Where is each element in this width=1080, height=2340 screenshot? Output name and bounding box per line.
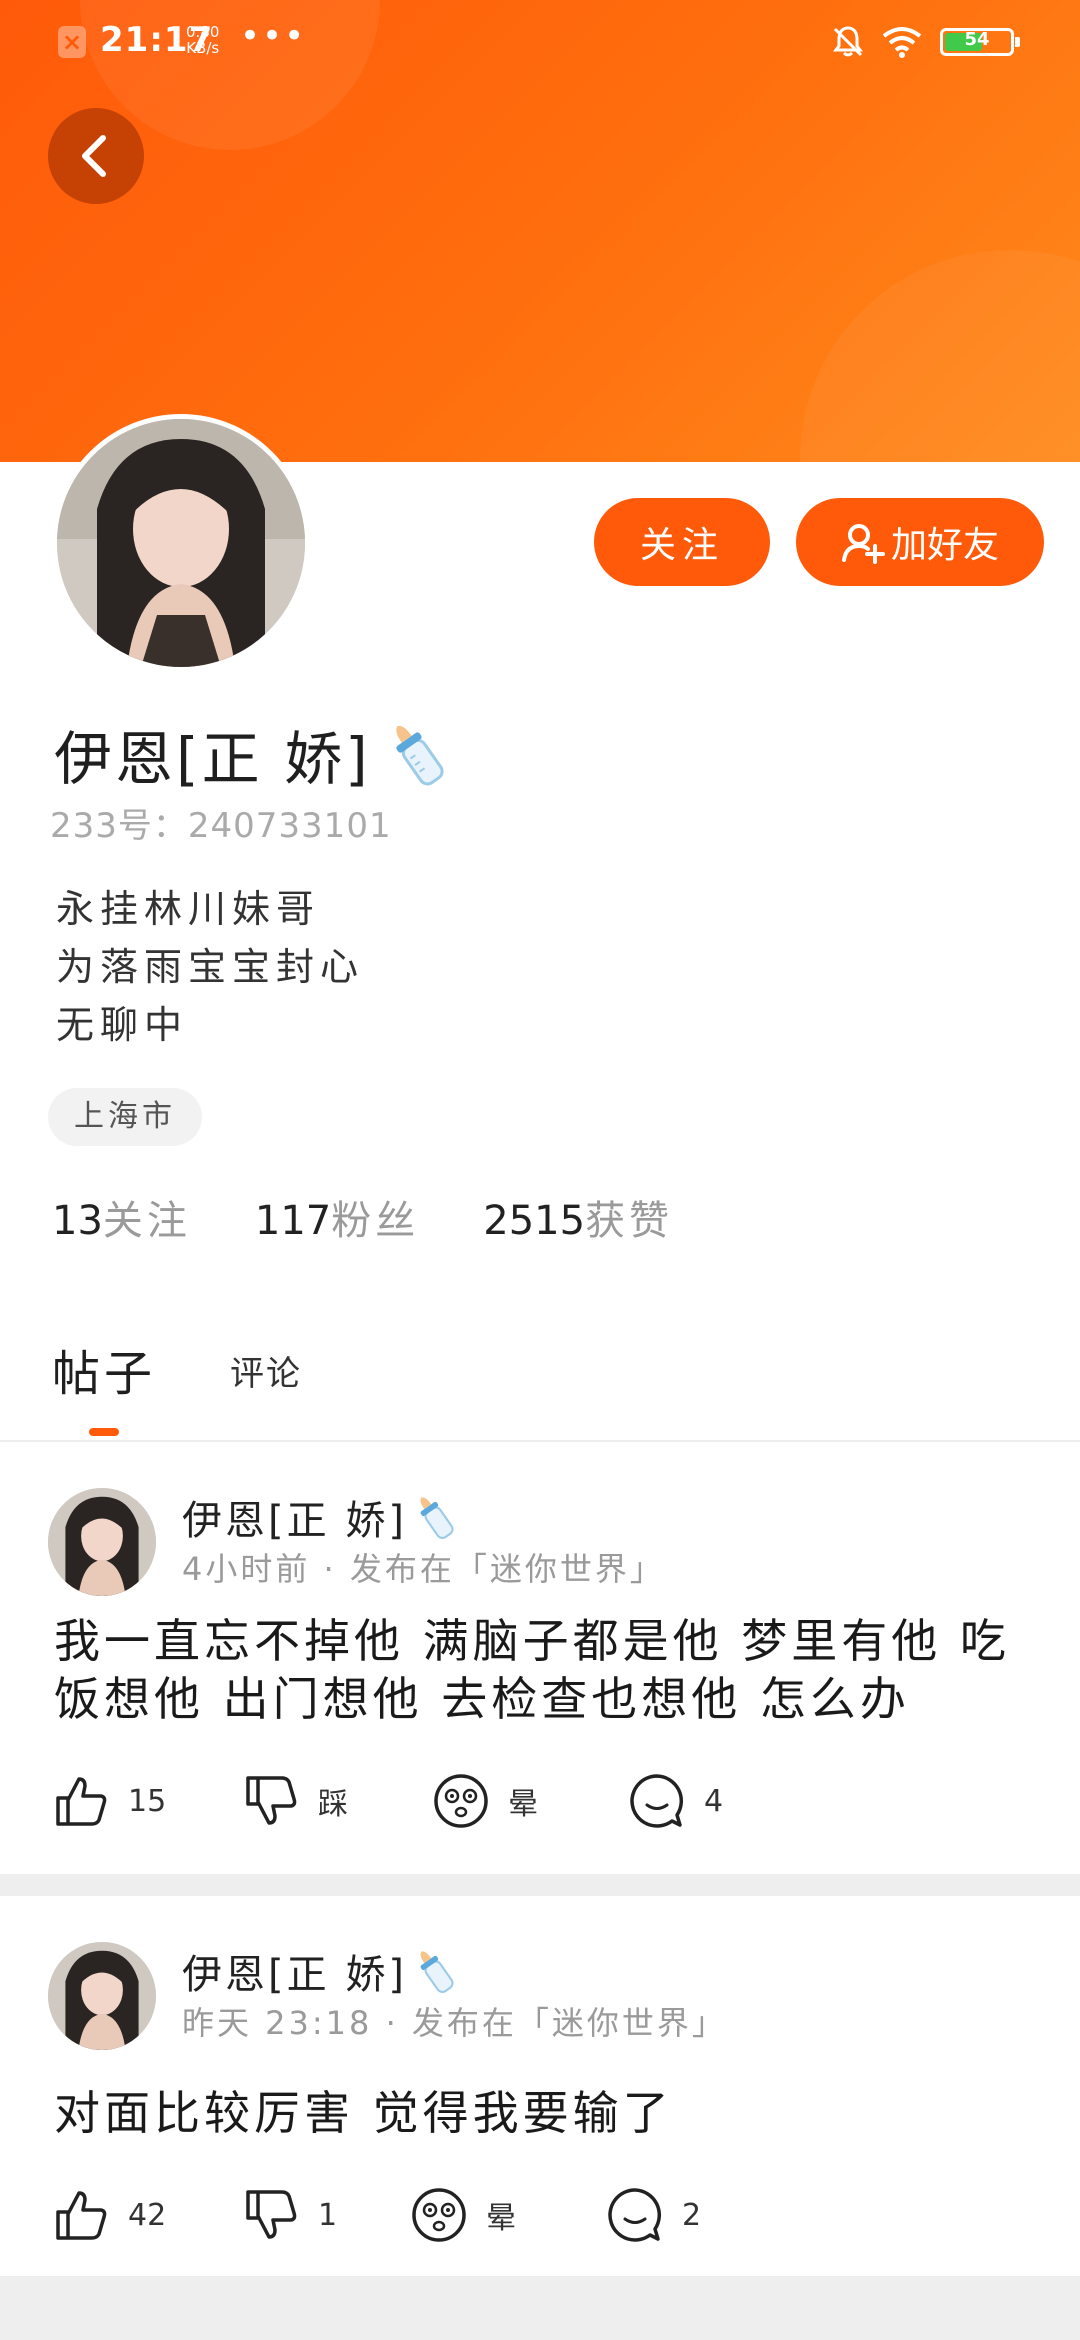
thumbs-down-icon [246, 1776, 297, 1825]
comment-count: 4 [704, 1783, 724, 1819]
comment-button[interactable]: 4 [628, 1772, 723, 1830]
notification-x-icon: × [58, 26, 86, 58]
avatar-image [48, 1488, 156, 1596]
tab-posts[interactable]: 帖子 [52, 1334, 156, 1404]
dizzy-button[interactable]: 晕 [432, 1772, 628, 1830]
dizzy-face-icon [412, 2188, 466, 2242]
post-author[interactable]: 伊恩[正 娇] [182, 1942, 463, 2000]
wifi-icon [882, 27, 922, 58]
like-count: 15 [128, 1783, 167, 1819]
post-author-name: 伊恩[正 娇] [182, 1498, 407, 1544]
chevron-left-icon [82, 135, 106, 177]
thumbs-up-icon [56, 2191, 107, 2240]
active-tab-indicator [89, 1428, 119, 1436]
bio-line: 为落雨宝宝封心 [56, 945, 365, 989]
profile-stats: 13关注 117粉丝 2515获赞 [52, 1188, 673, 1246]
profile-name: 伊恩[正 娇] [54, 712, 457, 796]
location-tag[interactable]: 上海市 [48, 1088, 202, 1146]
stat-followers[interactable]: 117粉丝 [255, 1188, 419, 1246]
post-card[interactable]: 伊恩[正 娇] 昨天 23:18 · 发布在「迷你世界」 对面比较厉害 觉得我要… [0, 1896, 1080, 2276]
like-button[interactable]: 15 [52, 1772, 242, 1830]
dizzy-button[interactable]: 晕 [410, 2186, 606, 2244]
post-separator [0, 2276, 1080, 2340]
avatar-image [48, 1942, 156, 2050]
status-bar: × 21:17 0.80 KB/s ••• 54 [0, 0, 1080, 84]
follow-button[interactable]: 关注 [594, 498, 770, 586]
profile-avatar[interactable] [52, 414, 310, 672]
bell-muted-icon [833, 26, 863, 57]
add-user-icon [841, 524, 885, 564]
stat-likes: 2515获赞 [483, 1188, 673, 1246]
like-count: 42 [128, 2197, 167, 2233]
profile-bio: 永挂林川妹哥 为落雨宝宝封心 无聊中 [56, 880, 364, 1054]
stat-label: 粉丝 [331, 1198, 420, 1244]
dizzy-label: 晕 [508, 1787, 538, 1822]
stat-value: 2515 [483, 1198, 586, 1244]
thumbs-up-icon [56, 1777, 107, 1826]
bio-line: 无聊中 [56, 1003, 189, 1047]
post-author-name: 伊恩[正 娇] [182, 1952, 407, 1998]
post-author[interactable]: 伊恩[正 娇] [182, 1488, 463, 1546]
tab-comments[interactable]: 评论 [230, 1346, 302, 1395]
banner-decoration [800, 250, 1080, 462]
net-speed-unit: KB/s [186, 39, 220, 57]
post-avatar[interactable] [48, 1488, 156, 1596]
comment-count: 2 [682, 2197, 702, 2233]
comment-bubble-icon [608, 2188, 661, 2242]
stat-label: 关注 [102, 1198, 191, 1244]
like-button[interactable]: 42 [52, 2186, 242, 2244]
dizzy-face-icon [434, 1774, 488, 1828]
post-actions: 42 1 晕 2 [52, 2186, 701, 2244]
post-separator [0, 1874, 1080, 1896]
dislike-button[interactable]: 1 [242, 2186, 410, 2244]
dislike-button[interactable]: 踩 [242, 1772, 432, 1830]
net-speed-value: 0.80 [186, 23, 220, 41]
baby-bottle-icon [420, 1497, 454, 1540]
dizzy-label: 晕 [486, 2201, 516, 2236]
stat-value: 117 [254, 1198, 332, 1244]
dislike-count: 1 [318, 2197, 338, 2233]
baby-bottle-icon [396, 725, 444, 786]
battery-level: 54 [964, 29, 990, 50]
post-actions: 15 踩 晕 4 [52, 1772, 723, 1830]
dislike-label: 踩 [318, 1787, 348, 1822]
more-dots-icon: ••• [240, 16, 307, 56]
stat-following[interactable]: 13关注 [52, 1188, 191, 1246]
comment-button[interactable]: 2 [606, 2186, 701, 2244]
battery-icon: 54 [940, 28, 1020, 56]
post-text: 我一直忘不掉他 满脑子都是他 梦里有他 吃饭想他 出门想他 去检查也想他 怎么办 [54, 1614, 1010, 1726]
post-card[interactable]: 伊恩[正 娇] 4小时前 · 发布在「迷你世界」 我一直忘不掉他 满脑子都是他 … [0, 1442, 1080, 1874]
stat-label: 获赞 [585, 1198, 674, 1244]
post-meta: 昨天 23:18 · 发布在「迷你世界」 [182, 2004, 727, 2042]
profile-id: 233号：240733101 [50, 806, 392, 846]
post-meta: 4小时前 · 发布在「迷你世界」 [182, 1550, 665, 1588]
profile-name-text: 伊恩[正 娇] [54, 725, 371, 793]
battery-nub [1015, 37, 1020, 47]
stat-value: 13 [52, 1198, 103, 1244]
bio-line: 永挂林川妹哥 [56, 887, 321, 931]
comment-bubble-icon [630, 1774, 683, 1828]
post-avatar[interactable] [48, 1942, 156, 2050]
avatar-image [57, 419, 305, 667]
back-button[interactable] [48, 108, 144, 204]
post-text: 对面比较厉害 觉得我要输了 [54, 2086, 673, 2140]
thumbs-down-icon [246, 2190, 297, 2239]
add-friend-label: 加好友 [890, 525, 999, 566]
add-friend-button[interactable]: 加好友 [796, 498, 1044, 586]
baby-bottle-icon [420, 1951, 454, 1994]
net-speed: 0.80 KB/s [186, 24, 219, 56]
